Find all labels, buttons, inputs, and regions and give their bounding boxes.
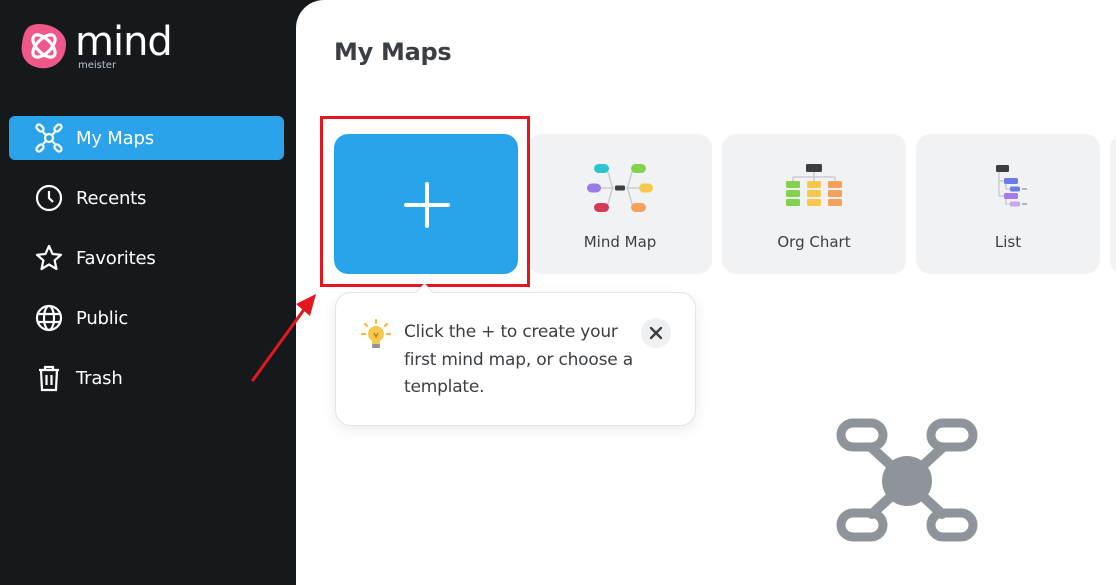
card-label: List: [994, 233, 1022, 251]
app-window: mind meister My Maps Recents Favorites P…: [0, 0, 1116, 585]
template-card-mind-map[interactable]: Mind Map: [528, 134, 712, 274]
sidebar-item-label: Recents: [76, 187, 147, 209]
sidebar-item-label: Favorites: [76, 247, 156, 269]
template-card-org-chart[interactable]: Org Chart: [722, 134, 906, 274]
globe-icon: [34, 303, 64, 333]
star-icon: [34, 243, 64, 273]
map-network-icon: [34, 123, 64, 153]
sidebar-item-label: Public: [76, 307, 129, 329]
page-title: My Maps: [334, 38, 452, 66]
card-label: Mind Map: [583, 233, 657, 251]
onboarding-tooltip: Click the + to create your first mind ma…: [335, 283, 696, 426]
map-network-icon: [836, 418, 978, 542]
red-arrow-icon: [251, 294, 316, 382]
sidebar-item-trash[interactable]: Trash: [9, 356, 284, 400]
sidebar-item-label: Trash: [76, 367, 123, 389]
create-new-map-button[interactable]: [334, 134, 518, 274]
sidebar-item-label: My Maps: [76, 127, 154, 149]
sidebar-nav: My Maps Recents Favorites Public Trash: [9, 116, 284, 416]
trash-icon: [34, 363, 64, 393]
template-card-list[interactable]: List: [916, 134, 1100, 274]
tooltip-text: Click the + to create your first mind ma…: [404, 322, 633, 397]
template-card-partial[interactable]: [1110, 134, 1116, 274]
sidebar-item-my-maps[interactable]: My Maps: [9, 116, 284, 160]
close-icon: [649, 326, 663, 340]
list-template-icon: [996, 165, 1027, 207]
org-chart-template-icon: [786, 164, 842, 206]
sidebar-item-public[interactable]: Public: [9, 296, 284, 340]
sidebar-item-recents[interactable]: Recents: [9, 176, 284, 220]
logo-wordmark: mind: [75, 19, 173, 65]
logo-subtext: meister: [78, 60, 117, 71]
clock-icon: [34, 183, 64, 213]
mindmeister-logo-icon: [21, 24, 66, 69]
plus-icon: [404, 182, 450, 228]
close-tooltip-button[interactable]: [641, 318, 671, 348]
sidebar-item-favorites[interactable]: Favorites: [9, 236, 284, 280]
lightbulb-icon: [361, 319, 391, 348]
mind-map-template-icon: [587, 164, 653, 212]
card-label: Org Chart: [777, 233, 851, 251]
